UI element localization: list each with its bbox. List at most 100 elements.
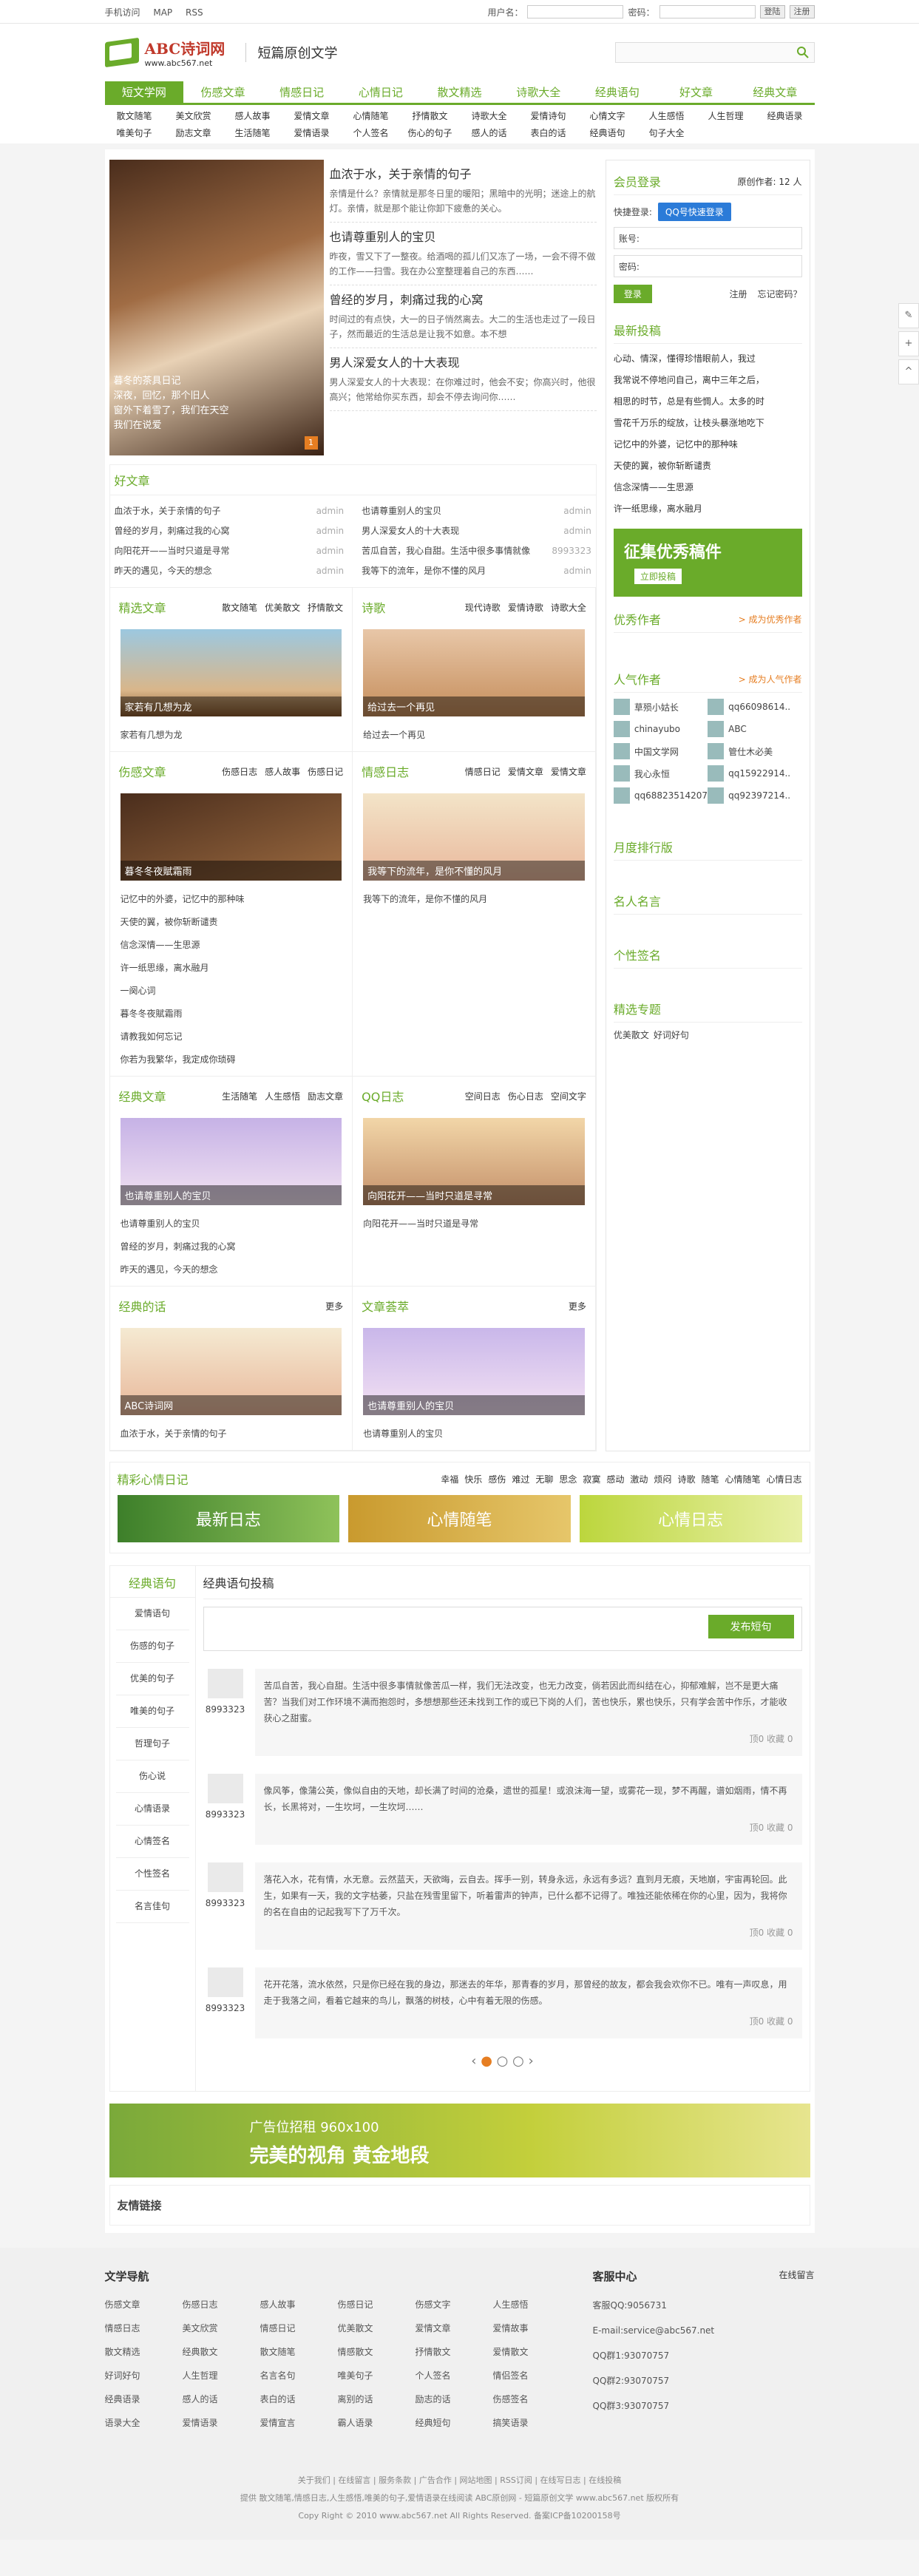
topic-item[interactable]: 优美散文 <box>614 1028 649 1041</box>
cell-tab[interactable]: 诗歌大全 <box>551 601 586 614</box>
cell-image[interactable]: ABC诗词网 <box>120 1328 342 1415</box>
cell-tab[interactable]: 感人故事 <box>265 765 300 778</box>
hero-item-title[interactable]: 男人深爱女人的十大表现 <box>330 353 597 370</box>
footer-nav-item[interactable]: 搞笑语录 <box>493 2411 571 2435</box>
user-item[interactable]: 中国文学网 <box>613 743 708 759</box>
cell-tab[interactable]: 伤感日记 <box>308 765 343 778</box>
quote-side-item[interactable]: 心情语录 <box>115 1793 189 1826</box>
post-quote-button[interactable]: 发布短句 <box>708 1615 794 1638</box>
mobile-link[interactable]: 手机访问 <box>105 7 140 18</box>
footer-nav-item[interactable]: 人生感悟 <box>493 2293 571 2316</box>
mood-tag[interactable]: 感伤 <box>488 1473 506 1485</box>
cell-line[interactable]: 也请尊重别人的宝贝 <box>121 1213 342 1236</box>
list-item-title[interactable]: 也请尊重别人的宝贝 <box>362 501 441 521</box>
user-item[interactable]: 我心永恒 <box>613 765 708 782</box>
quote-user[interactable]: 8993323 <box>203 1862 248 1950</box>
hero-slide-number[interactable]: 1 <box>304 436 318 450</box>
mood-tag[interactable]: 心情日志 <box>766 1473 801 1485</box>
list-item[interactable]: 我等下的流年，是你不懂的风月 admin <box>362 561 591 581</box>
latest-item[interactable]: 许一纸思缘，离水融月 <box>614 498 802 520</box>
subnav-item[interactable]: 生活随笔 <box>223 126 282 139</box>
subnav-item[interactable]: 经典语录 <box>756 109 815 122</box>
list-item[interactable]: 男人深爱女人的十大表现 admin <box>362 521 591 541</box>
mood-tag[interactable]: 心情随笔 <box>725 1473 760 1485</box>
user-item[interactable]: qq66098614.. <box>708 699 801 715</box>
cell-tab[interactable]: 爱情诗歌 <box>508 601 543 614</box>
subnav-item[interactable]: 爱情诗句 <box>519 109 578 122</box>
cell-tab[interactable]: 爱情文章 <box>508 765 543 778</box>
quote-user[interactable]: 8993323 <box>203 1669 248 1756</box>
cell-tab[interactable]: 伤心日志 <box>508 1090 543 1102</box>
footer-nav-item[interactable]: 人生哲理 <box>183 2364 260 2387</box>
subnav-item[interactable]: 抒情散文 <box>401 109 460 122</box>
quote-user[interactable]: 8993323 <box>203 1967 248 2038</box>
mood-tag[interactable]: 激动 <box>630 1473 648 1485</box>
latest-item[interactable]: 天使的翼，被你斩断谴责 <box>614 455 802 477</box>
username-input[interactable] <box>527 5 624 18</box>
footer-nav-item[interactable]: 经典语录 <box>105 2387 183 2411</box>
footer-nav-item[interactable]: 爱情散文 <box>493 2340 571 2364</box>
mood-tag[interactable]: 烦闷 <box>654 1473 671 1485</box>
cell-line[interactable]: 记忆中的外婆，记忆中的那种味 <box>121 888 342 911</box>
footer-nav-item[interactable]: 伤感日记 <box>338 2293 416 2316</box>
nav-item[interactable]: 心情日记 <box>342 81 421 103</box>
cell-tab[interactable]: 更多 <box>325 1300 343 1312</box>
footer-nav-item[interactable]: 爱情语录 <box>183 2411 260 2435</box>
footer-nav-item[interactable]: 优美散文 <box>338 2316 416 2340</box>
mood-tag[interactable]: 随笔 <box>701 1473 719 1485</box>
service-item[interactable]: E-mail:service@abc567.net <box>593 2318 815 2343</box>
cell-line[interactable]: 曾经的岁月，刺痛过我的心窝 <box>121 1236 342 1258</box>
account-field[interactable]: 账号: <box>613 227 802 249</box>
mood-tag[interactable]: 幸福 <box>441 1473 458 1485</box>
latest-item[interactable]: 记忆中的外婆，记忆中的那种味 <box>614 434 802 455</box>
mood-tag[interactable]: 快乐 <box>464 1473 482 1485</box>
rss-link[interactable]: RSS <box>186 7 203 18</box>
cell-tab[interactable]: 更多 <box>569 1300 586 1312</box>
mood-pic-diary[interactable]: 心情日志 <box>579 1495 802 1542</box>
cell-image[interactable]: 家若有几想为龙 <box>120 629 342 716</box>
list-item-title[interactable]: 苦瓜自苦，我心自甜。生活中很多事情就像 <box>362 541 530 561</box>
service-item[interactable]: 客服QQ:9056731 <box>593 2293 815 2318</box>
cell-tab[interactable]: 爱情文章 <box>551 765 586 778</box>
page-dot[interactable]: ○ <box>512 2053 524 2069</box>
footer-nav-item[interactable]: 散文精选 <box>105 2340 183 2364</box>
subnav-item[interactable]: 感人故事 <box>223 109 282 122</box>
map-link[interactable]: MAP <box>153 7 172 18</box>
cell-tab[interactable]: 现代诗歌 <box>465 601 501 614</box>
footer-nav-item[interactable]: 情感日志 <box>105 2316 183 2340</box>
quote-actions[interactable]: 顶0 收藏 0 <box>264 2013 793 2030</box>
footer-nav-item[interactable]: 好词好句 <box>105 2364 183 2387</box>
footer-nav-item[interactable]: 霸人语录 <box>338 2411 416 2435</box>
footer-nav-item[interactable]: 情感散文 <box>338 2340 416 2364</box>
hero-item-title[interactable]: 血浓于水，关于亲情的句子 <box>330 164 597 182</box>
mood-pic-latest[interactable]: 最新日志 <box>117 1495 340 1542</box>
mood-tag[interactable]: 无聊 <box>535 1473 553 1485</box>
user-item[interactable]: ABC <box>708 721 801 737</box>
page-dot-active[interactable]: ● <box>481 2053 492 2069</box>
list-item[interactable]: 昨天的遇见，今天的想念 admin <box>115 561 345 581</box>
nav-item[interactable]: 经典语句 <box>578 81 657 103</box>
nav-item[interactable]: 短文学网 <box>104 81 184 103</box>
topics-title[interactable]: 精选专题 <box>614 1000 661 1017</box>
mood-tag[interactable]: 难过 <box>512 1473 529 1485</box>
list-item[interactable]: 曾经的岁月，刺痛过我的心窝 admin <box>115 521 345 541</box>
nav-item[interactable]: 诗歌大全 <box>499 81 578 103</box>
cell-line[interactable]: 血浓于水，关于亲情的句子 <box>121 1423 342 1445</box>
cell-title-text[interactable]: 文章荟萃 <box>362 1297 409 1315</box>
service-item[interactable]: QQ群3:93070757 <box>593 2393 815 2419</box>
service-item[interactable]: QQ群1:93070757 <box>593 2343 815 2368</box>
nav-item[interactable]: 散文精选 <box>420 81 499 103</box>
cell-line[interactable]: 信念深情——生思源 <box>121 934 342 957</box>
cell-title-text[interactable]: 精选文章 <box>119 598 166 616</box>
login-button[interactable]: 登陆 <box>759 5 785 18</box>
back-top-icon[interactable]: ^ <box>898 359 919 384</box>
footer-nav-item[interactable]: 美文欣赏 <box>183 2316 260 2340</box>
quote-side-item[interactable]: 名言佳句 <box>115 1891 189 1923</box>
nav-item[interactable]: 好文章 <box>657 81 736 103</box>
footer-nav-item[interactable]: 名言名句 <box>260 2364 338 2387</box>
next-icon[interactable]: › <box>529 2053 534 2069</box>
subnav-item[interactable]: 伤心的句子 <box>401 126 460 139</box>
service-item[interactable]: QQ群2:93070757 <box>593 2368 815 2393</box>
list-item-title[interactable]: 曾经的岁月，刺痛过我的心窝 <box>115 521 230 541</box>
footer-nav-item[interactable]: 经典短句 <box>416 2411 493 2435</box>
